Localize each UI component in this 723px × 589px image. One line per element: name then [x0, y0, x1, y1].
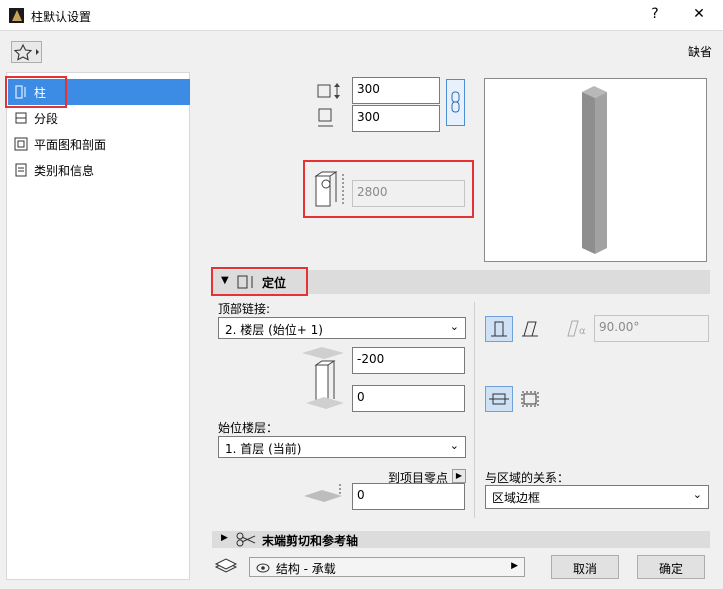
floor-plan-icon — [14, 137, 28, 151]
document-icon — [14, 163, 28, 177]
height-input[interactable]: 2800 — [352, 180, 465, 207]
top-link-value: 2. 楼层 (始位+ 1) — [225, 323, 323, 337]
slanted-column-toggle[interactable] — [516, 316, 544, 342]
zone-relation-label: 与区域的关系： — [485, 471, 570, 485]
close-button[interactable]: ✕ — [687, 6, 711, 22]
depth-input[interactable]: 300 — [352, 105, 440, 132]
link-dimensions-button[interactable] — [446, 79, 465, 126]
chevron-down-icon: ⌄ — [692, 488, 702, 501]
positioning-icon — [236, 273, 260, 294]
help-button[interactable]: ? — [643, 6, 667, 22]
nav-item-label: 柱 — [34, 85, 47, 100]
layer-icon — [214, 557, 238, 578]
nav-item-label: 平面图和剖面 — [34, 137, 107, 152]
eye-icon — [256, 562, 272, 576]
default-label: 缺省 — [688, 45, 713, 59]
collapse-arrow-icon: ▼ — [221, 275, 229, 286]
chevron-down-icon: ⌄ — [449, 439, 459, 452]
divider — [474, 302, 475, 518]
layer-selector[interactable]: 结构 - 承载 ▶ — [249, 557, 525, 577]
window-title: 柱默认设置 — [31, 10, 92, 24]
top-link-label: 顶部链接: — [218, 302, 271, 316]
svg-text:α: α — [579, 326, 586, 337]
column-icon — [14, 85, 28, 99]
title-bar: 柱默认设置 ? ✕ — [0, 0, 723, 31]
slant-angle-icon: α — [564, 318, 592, 343]
layer-value: 结构 - 承载 — [275, 562, 336, 576]
ok-button[interactable]: 确定 — [637, 555, 705, 579]
top-offset-input[interactable]: -200 — [352, 347, 465, 374]
zone-relation-dropdown[interactable]: 区域边框 ⌄ — [485, 485, 709, 509]
nav-item-column[interactable]: 柱 — [8, 79, 190, 105]
nav-item-classification-info[interactable]: 类别和信息 — [8, 157, 190, 183]
vertical-column-toggle[interactable] — [485, 316, 513, 342]
chevron-right-icon: ▶ — [511, 561, 518, 571]
star-icon — [13, 43, 39, 61]
nav-item-floor-plan-section[interactable]: 平面图和剖面 — [8, 131, 190, 157]
width-input[interactable]: 300 — [352, 77, 440, 104]
bottom-offset-input[interactable]: 0 — [352, 385, 465, 412]
reference-level-menu-button[interactable]: ▶ — [452, 469, 466, 483]
cancel-button[interactable]: 取消 — [551, 555, 619, 579]
zone-relation-value: 区域边框 — [492, 491, 541, 505]
home-story-label: 始位楼层： — [218, 421, 279, 435]
project-zero-input[interactable]: 0 — [352, 483, 465, 510]
nav-item-label: 分段 — [34, 111, 59, 126]
favorites-button[interactable] — [11, 41, 42, 63]
settings-nav-panel: 柱 分段 平面图和剖面 类别和信息 — [6, 72, 190, 580]
width-icon — [316, 82, 346, 105]
nav-item-segments[interactable]: 分段 — [8, 105, 190, 131]
column-veneer-icon — [521, 391, 539, 407]
reference-line-veneer-toggle[interactable] — [516, 386, 544, 412]
expand-arrow-icon: ▶ — [221, 533, 228, 543]
slant-angle-input[interactable]: 90.00° — [594, 315, 709, 342]
home-story-dropdown[interactable]: 1. 首层 (当前) ⌄ — [218, 436, 466, 458]
reference-line-core-toggle[interactable] — [485, 386, 513, 412]
chevron-down-icon: ⌄ — [449, 320, 459, 333]
slanted-column-icon — [522, 321, 538, 337]
positioning-title: 定位 — [262, 276, 287, 290]
chain-link-icon — [451, 91, 460, 113]
nav-item-label: 类别和信息 — [34, 163, 95, 178]
project-zero-icon — [300, 482, 350, 509]
end-cut-title: 末端剪切和参考轴 — [262, 534, 359, 548]
scissors-icon — [236, 532, 258, 550]
top-link-dropdown[interactable]: 2. 楼层 (始位+ 1) ⌄ — [218, 317, 466, 339]
positioning-section-header[interactable]: ▼ 定位 — [212, 270, 710, 294]
column-3d-preview — [484, 78, 707, 262]
depth-icon — [316, 107, 336, 134]
end-cut-section-header[interactable]: ▶ 末端剪切和参考轴 — [212, 531, 710, 548]
vertical-column-icon — [491, 321, 507, 337]
column-core-icon — [489, 393, 509, 405]
column-offset-icon — [300, 345, 350, 414]
app-logo-icon — [9, 8, 24, 23]
segment-icon — [14, 111, 28, 125]
home-story-value: 1. 首层 (当前) — [225, 442, 302, 456]
column-height-icon — [312, 170, 348, 215]
